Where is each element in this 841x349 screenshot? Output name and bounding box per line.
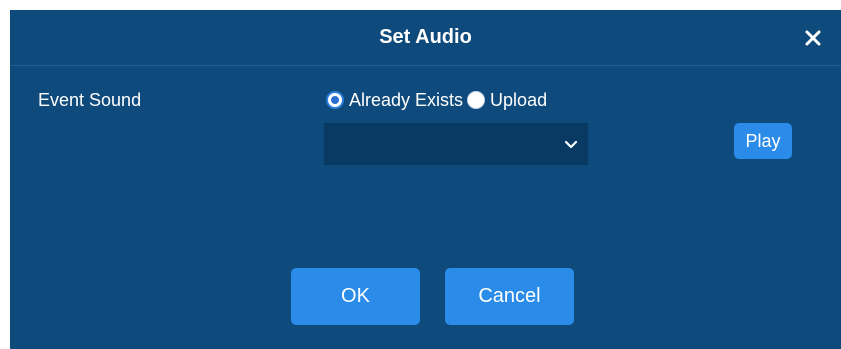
play-button[interactable]: Play bbox=[734, 123, 792, 159]
radio-already-exists[interactable]: Already Exists bbox=[326, 90, 463, 111]
chevron-down-icon bbox=[564, 137, 578, 151]
dialog-title: Set Audio bbox=[379, 26, 472, 48]
set-audio-dialog: Set Audio Event Sound Already Exists Upl… bbox=[10, 10, 841, 349]
sound-select[interactable] bbox=[324, 123, 588, 165]
cancel-button[interactable]: Cancel bbox=[445, 268, 574, 325]
radio-already-exists-label: Already Exists bbox=[349, 89, 464, 110]
radio-checked-icon bbox=[326, 91, 344, 109]
ok-button[interactable]: OK bbox=[291, 268, 420, 325]
dialog-titlebar: Set Audio bbox=[10, 10, 841, 66]
close-icon[interactable] bbox=[803, 28, 823, 48]
radio-upload[interactable]: Upload bbox=[467, 90, 547, 111]
sound-source-radio-group: Already Exists Upload bbox=[326, 88, 547, 112]
event-sound-label: Event Sound bbox=[38, 90, 142, 110]
radio-upload-label: Upload bbox=[490, 89, 548, 110]
radio-unchecked-icon bbox=[467, 91, 486, 109]
